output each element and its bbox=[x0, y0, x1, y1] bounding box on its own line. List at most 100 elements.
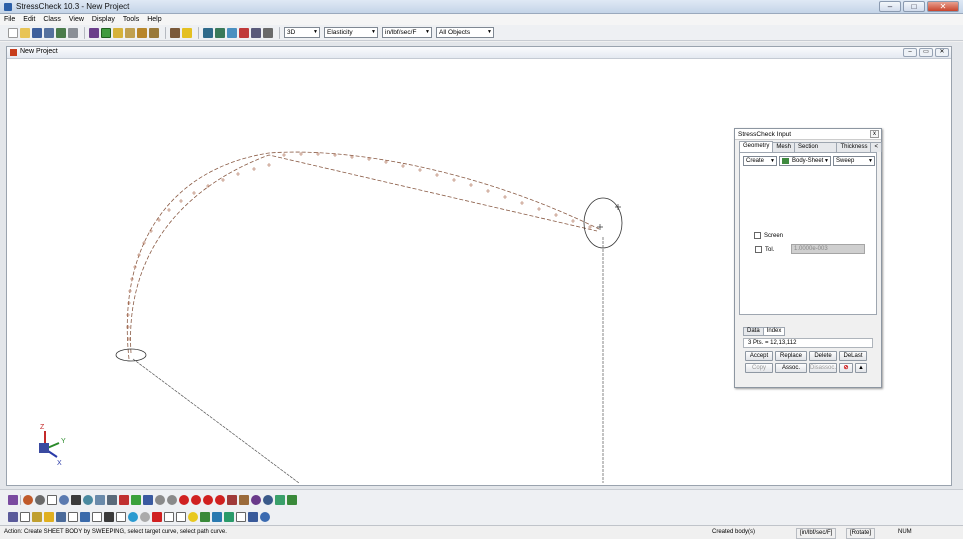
pan-icon[interactable] bbox=[71, 495, 81, 505]
view-iso-icon[interactable] bbox=[107, 495, 117, 505]
tab-index[interactable]: Index bbox=[762, 327, 786, 336]
plot-icon[interactable] bbox=[251, 27, 261, 38]
faces-icon[interactable] bbox=[56, 512, 66, 522]
replace-button[interactable]: Replace bbox=[775, 351, 807, 361]
render-icon[interactable] bbox=[227, 27, 237, 38]
elements-icon[interactable] bbox=[92, 512, 102, 522]
param-icon[interactable] bbox=[239, 27, 249, 38]
maximize-button[interactable]: □ bbox=[903, 1, 925, 12]
zoom-icon[interactable] bbox=[83, 495, 93, 505]
menu-edit[interactable]: Edit bbox=[23, 14, 35, 25]
export-icon[interactable] bbox=[56, 27, 66, 38]
labels-icon[interactable] bbox=[104, 512, 114, 522]
new-file-icon[interactable] bbox=[8, 27, 18, 38]
results-icon[interactable] bbox=[287, 495, 297, 505]
material-icon[interactable] bbox=[125, 27, 135, 38]
tab-data[interactable]: Data bbox=[743, 327, 764, 336]
associate-button[interactable]: Assoc. bbox=[775, 363, 807, 373]
disassociate-button[interactable]: Disassoc. bbox=[809, 363, 837, 373]
print-icon[interactable] bbox=[68, 27, 78, 38]
target-ellipse-right[interactable] bbox=[583, 197, 623, 249]
box-icon[interactable] bbox=[164, 512, 174, 522]
wireframe-icon[interactable] bbox=[20, 512, 30, 522]
constraint-icon[interactable] bbox=[149, 27, 159, 38]
lightbulb-icon[interactable] bbox=[188, 512, 198, 522]
copy-button[interactable]: Copy bbox=[745, 363, 773, 373]
tol-checkbox[interactable] bbox=[755, 246, 762, 253]
sphere-icon[interactable] bbox=[128, 512, 138, 522]
stop-icon-2[interactable] bbox=[191, 495, 201, 505]
accept-button[interactable]: Accept bbox=[745, 351, 773, 361]
dimension-view-icon[interactable] bbox=[200, 512, 210, 522]
axes-icon[interactable] bbox=[8, 495, 18, 505]
pointer-icon[interactable] bbox=[239, 495, 249, 505]
dimension-icon[interactable] bbox=[215, 27, 225, 38]
redraw-icon[interactable] bbox=[143, 495, 153, 505]
solve-icon[interactable] bbox=[170, 27, 180, 38]
help-bulb-icon[interactable] bbox=[182, 27, 192, 38]
load-icon[interactable] bbox=[137, 27, 147, 38]
constraint-view-icon[interactable] bbox=[224, 512, 234, 522]
tab-geometry[interactable]: Geometry bbox=[739, 141, 774, 152]
select-icon[interactable] bbox=[89, 27, 99, 38]
bounds-icon[interactable] bbox=[116, 512, 126, 522]
target-icon[interactable] bbox=[140, 512, 150, 522]
minimize-button[interactable]: – bbox=[879, 1, 901, 12]
object-type-select[interactable]: Body-Sheet ▼ bbox=[779, 156, 831, 166]
chevron-up-icon[interactable]: ▲ bbox=[855, 363, 867, 373]
color-icon[interactable] bbox=[119, 495, 129, 505]
list-icon[interactable] bbox=[248, 512, 258, 522]
save-icon[interactable] bbox=[32, 27, 42, 38]
geometry-icon[interactable] bbox=[101, 27, 111, 38]
mesh-icon[interactable] bbox=[113, 27, 123, 38]
hidden-line-icon[interactable] bbox=[32, 512, 42, 522]
color-green-icon[interactable] bbox=[131, 495, 141, 505]
open-folder-icon[interactable] bbox=[20, 27, 30, 38]
zoom-window-icon[interactable] bbox=[47, 495, 57, 505]
analysis-select[interactable]: Elasticity ▼ bbox=[324, 27, 378, 38]
units-select[interactable]: in/lbf/sec/F ▼ bbox=[382, 27, 432, 38]
close-button[interactable]: ✕ bbox=[927, 1, 959, 12]
settings-icon[interactable] bbox=[251, 495, 261, 505]
plus-icon[interactable] bbox=[152, 512, 162, 522]
child-restore-button[interactable]: ▭ bbox=[919, 48, 933, 57]
zoom-fit-icon[interactable] bbox=[23, 495, 33, 505]
menu-tools[interactable]: Tools bbox=[123, 14, 139, 25]
cancel-icon[interactable]: ⊘ bbox=[839, 363, 853, 373]
menu-file[interactable]: File bbox=[4, 14, 15, 25]
load-view-icon[interactable] bbox=[212, 512, 222, 522]
menu-class[interactable]: Class bbox=[43, 14, 61, 25]
menu-view[interactable]: View bbox=[69, 14, 84, 25]
path-curve-inner[interactable] bbox=[130, 154, 598, 354]
stop-icon-3[interactable] bbox=[203, 495, 213, 505]
mesh-view-icon[interactable] bbox=[8, 512, 18, 522]
zoom-in-icon[interactable] bbox=[59, 495, 69, 505]
view-mode-select[interactable]: 3D ▼ bbox=[284, 27, 320, 38]
stop-icon-1[interactable] bbox=[179, 495, 189, 505]
redo-icon[interactable] bbox=[167, 495, 177, 505]
object-filter-select[interactable]: All Objects ▼ bbox=[436, 27, 494, 38]
edges-icon[interactable] bbox=[68, 512, 78, 522]
path-curve-outer[interactable] bbox=[126, 151, 600, 360]
rotate-icon[interactable] bbox=[35, 495, 45, 505]
gear-icon[interactable] bbox=[263, 495, 273, 505]
panel-close-button[interactable]: x bbox=[870, 130, 879, 138]
save-as-icon[interactable] bbox=[44, 27, 54, 38]
fit-all-icon[interactable] bbox=[95, 495, 105, 505]
method-select[interactable]: Create ▼ bbox=[743, 156, 777, 166]
grid-icon[interactable] bbox=[227, 495, 237, 505]
layers-icon[interactable] bbox=[275, 495, 285, 505]
tab-scroll-button[interactable]: < bbox=[870, 142, 882, 152]
nodes-icon[interactable] bbox=[80, 512, 90, 522]
tab-thickness[interactable]: Thickness bbox=[836, 142, 872, 152]
menu-help[interactable]: Help bbox=[147, 14, 161, 25]
view-front-icon[interactable] bbox=[203, 27, 213, 38]
globe-icon[interactable] bbox=[260, 512, 270, 522]
shaded-icon[interactable] bbox=[44, 512, 54, 522]
screen-option[interactable]: Screen bbox=[754, 232, 783, 239]
table-icon[interactable] bbox=[236, 512, 246, 522]
square-icon[interactable] bbox=[176, 512, 186, 522]
delete-button[interactable]: Delete bbox=[809, 351, 837, 361]
technique-select[interactable]: Sweep ▼ bbox=[833, 156, 875, 166]
tab-mesh[interactable]: Mesh bbox=[772, 142, 796, 152]
